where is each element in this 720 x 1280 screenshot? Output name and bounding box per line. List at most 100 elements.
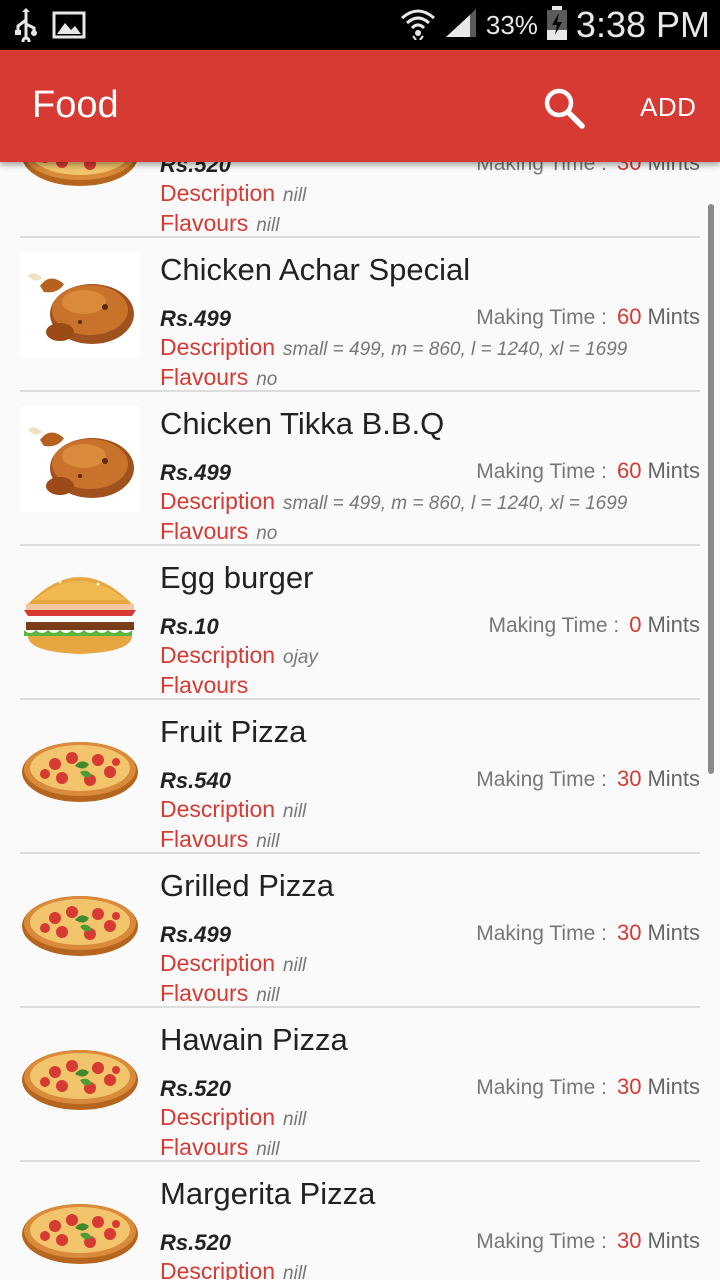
making-time-unit: Mints [647,920,700,945]
item-flavours: Flavours no [160,518,277,545]
making-time: Making Time : 60 Mints [476,458,700,484]
image-icon [52,11,86,43]
making-time-label: Making Time : [476,1076,607,1099]
item-description: Description nill [160,180,306,207]
description-label: Description [160,950,276,976]
item-flavours: Flavours [160,672,256,699]
item-flavours: Flavours nill [160,826,279,853]
making-time: Making Time : 0 Mints [488,612,700,638]
list-item[interactable]: Grilled Pizza Rs.499 Making Time : 30 Mints D… [20,854,700,1008]
flavours-label: Flavours [160,672,249,698]
item-price: Rs.499 [160,922,231,947]
list-item[interactable]: Egg burger Rs.10 Making Time : 0 Mints Descri… [20,546,700,700]
making-time-value: 30 [616,1228,642,1253]
making-time: Making Time : 30 Mints [476,162,700,176]
item-price: Rs.520 [160,1230,231,1255]
add-button[interactable]: ADD [640,92,696,123]
making-time-value: 60 [616,304,642,329]
making-time-label: Making Time : [476,1230,607,1253]
item-name: Hawain Pizza [160,1022,348,1057]
list-item[interactable]: Rs.520 Making Time : 30 Mints Description nil… [20,162,700,238]
description-label: Description [160,1104,276,1130]
app-bar: Food ADD [0,50,720,162]
description-value: small = 499, m = 860, l = 1240, xl = 169… [283,339,628,360]
pizza-image [20,714,140,820]
item-description: Description nill [160,1104,306,1131]
pizza-image [20,1176,140,1280]
item-flavours: Flavours no [160,364,277,391]
battery-icon [546,5,568,45]
pizza-image [20,1022,140,1128]
making-time-label: Making Time : [476,306,607,329]
search-icon [544,88,585,129]
making-time: Making Time : 30 Mints [476,920,700,946]
description-value: nill [283,955,307,976]
usb-icon [14,8,38,46]
making-time-value: 30 [616,766,642,791]
burger-image [20,560,140,666]
making-time-value: 60 [616,458,642,483]
description-label: Description [160,488,276,514]
description-label: Description [160,796,276,822]
flavours-label: Flavours [160,518,249,544]
scrollbar[interactable] [708,204,714,774]
item-price: Rs.10 [160,614,219,639]
making-time-label: Making Time : [476,162,607,175]
making-time: Making Time : 60 Mints [476,304,700,330]
making-time-unit: Mints [647,458,700,483]
item-name: Chicken Tikka B.B.Q [160,406,445,441]
item-flavours: Flavours nill [160,1134,279,1161]
making-time-label: Making Time : [476,768,607,791]
list-item[interactable]: Hawain Pizza Rs.520 Making Time : 30 Mints De… [20,1008,700,1162]
item-price: Rs.520 [160,1076,231,1101]
search-button[interactable] [540,84,588,132]
making-time-value: 30 [616,162,642,175]
description-value: ojay [283,647,318,668]
wifi-icon [400,6,436,44]
making-time-unit: Mints [647,766,700,791]
item-price: Rs.520 [160,162,231,177]
item-name: Margerita Pizza [160,1176,376,1211]
flavours-label: Flavours [160,826,249,852]
item-price: Rs.499 [160,306,231,331]
item-name: Egg burger [160,560,314,595]
list-item[interactable]: Chicken Tikka B.B.Q Rs.499 Making Time : 60… [20,392,700,546]
making-time-label: Making Time : [476,922,607,945]
making-time-value: 30 [616,920,642,945]
list-item[interactable]: Fruit Pizza Rs.540 Making Time : 30 Mints Des… [20,700,700,854]
flavours-value: no [256,523,278,544]
description-label: Description [160,642,276,668]
item-flavours: Flavours nill [160,980,279,1007]
description-label: Description [160,334,276,360]
list-item[interactable]: Chicken Achar Special Rs.499 Making Time :… [20,238,700,392]
item-flavours: Flavours nill [160,210,279,237]
status-bar: 33% 3:38 PM [0,0,720,50]
making-time: Making Time :30 Mints [476,1228,700,1254]
making-time-value: 30 [616,1074,642,1099]
description-value: nill [283,1109,307,1130]
battery-percent: 33% [485,9,538,40]
flavours-label: Flavours [160,210,249,236]
making-time-unit: Mints [647,162,700,175]
flavours-value: nill [256,1139,280,1160]
making-time: Making Time : 30 Mints [476,766,700,792]
flavours-label: Flavours [160,364,249,390]
description-label: Description [160,1258,276,1280]
flavours-value: no [256,369,278,390]
food-list-content: Rs.520 Making Time :30 Mints Description nil… [0,162,720,1280]
chicken-image [20,406,140,512]
list-item[interactable]: Margerita Pizza Rs.520 Making Time : 30 Mint… [20,1162,700,1280]
item-description: Description ojay [160,642,318,669]
clock: 3:38 PM [575,4,710,45]
item-description: Description nill [160,1258,306,1280]
food-list[interactable]: Rs.520 Making Time :30 Mints Description nil… [0,162,720,1280]
item-price: Rs.540 [160,768,231,793]
flavours-label: Flavours [160,980,249,1006]
item-name: Fruit Pizza [160,714,307,749]
description-label: Description [160,180,276,206]
chicken-image [20,252,140,358]
making-time-value: 0 [629,612,642,637]
item-name: Grilled Pizza [160,868,334,903]
flavours-value: nill [256,985,280,1006]
item-name: Chicken Achar Special [160,252,471,287]
